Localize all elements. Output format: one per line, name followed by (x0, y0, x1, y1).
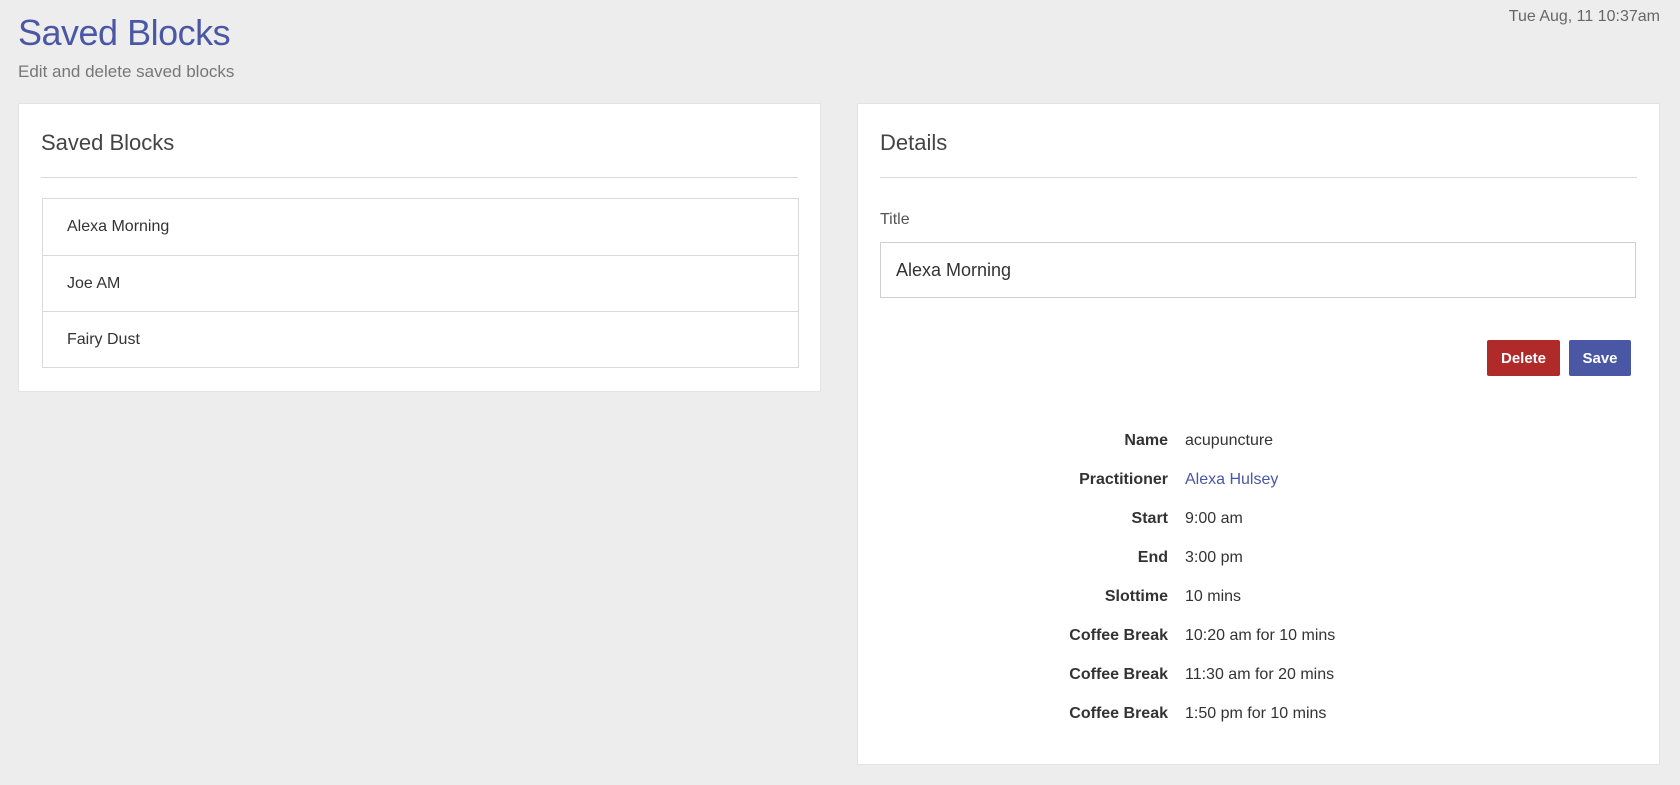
detail-label: Coffee Break (1069, 665, 1168, 683)
saved-blocks-heading: Saved Blocks (41, 130, 175, 155)
details-panel: Details Title Delete Save Name acupunctu… (857, 103, 1660, 765)
page-title: Saved Blocks (18, 12, 231, 53)
title-input[interactable] (880, 242, 1636, 298)
list-item[interactable]: Fairy Dust (43, 311, 798, 367)
details-list: Name acupuncture Practitioner Alexa Huls… (858, 421, 1659, 733)
detail-row-coffee-break: Coffee Break 11:30 am for 20 mins (858, 655, 1659, 694)
detail-value: 3:00 pm (1185, 548, 1243, 566)
detail-label: Practitioner (1079, 470, 1168, 488)
details-heading: Details (880, 130, 948, 155)
detail-row-slottime: Slottime 10 mins (858, 577, 1659, 616)
list-item[interactable]: Joe AM (43, 255, 798, 311)
page-subtitle: Edit and delete saved blocks (18, 62, 235, 81)
detail-value: acupuncture (1185, 431, 1274, 449)
detail-row-coffee-break: Coffee Break 1:50 pm for 10 mins (858, 694, 1659, 733)
saved-blocks-panel: Saved Blocks Alexa Morning Joe AM Fairy … (18, 103, 821, 392)
detail-label: Slottime (1104, 587, 1168, 605)
detail-label: Coffee Break (1069, 704, 1168, 722)
detail-value: 11:30 am for 20 mins (1185, 665, 1335, 683)
detail-label: Coffee Break (1069, 626, 1168, 644)
detail-row-practitioner: Practitioner Alexa Hulsey (858, 460, 1659, 499)
saved-blocks-list: Alexa Morning Joe AM Fairy Dust (42, 198, 799, 368)
detail-row-end: End 3:00 pm (858, 538, 1659, 577)
detail-row-coffee-break: Coffee Break 10:20 am for 10 mins (858, 616, 1659, 655)
save-button[interactable]: Save (1569, 340, 1631, 376)
title-label: Title (880, 211, 910, 228)
timestamp: Tue Aug, 11 10:37am (1508, 8, 1660, 25)
detail-label: Start (1131, 509, 1168, 527)
list-item[interactable]: Alexa Morning (43, 199, 798, 255)
detail-label: Name (1124, 431, 1168, 449)
detail-row-name: Name acupuncture (858, 421, 1659, 460)
divider (880, 177, 1637, 178)
detail-value: 10 mins (1185, 587, 1242, 605)
detail-label: End (1137, 548, 1168, 566)
detail-value: 9:00 am (1185, 509, 1243, 527)
detail-value: 10:20 am for 10 mins (1185, 626, 1336, 644)
divider (41, 177, 798, 178)
practitioner-link[interactable]: Alexa Hulsey (1168, 471, 1278, 489)
detail-value: 1:50 pm for 10 mins (1185, 704, 1327, 722)
delete-button[interactable]: Delete (1487, 340, 1560, 376)
detail-row-start: Start 9:00 am (858, 499, 1659, 538)
